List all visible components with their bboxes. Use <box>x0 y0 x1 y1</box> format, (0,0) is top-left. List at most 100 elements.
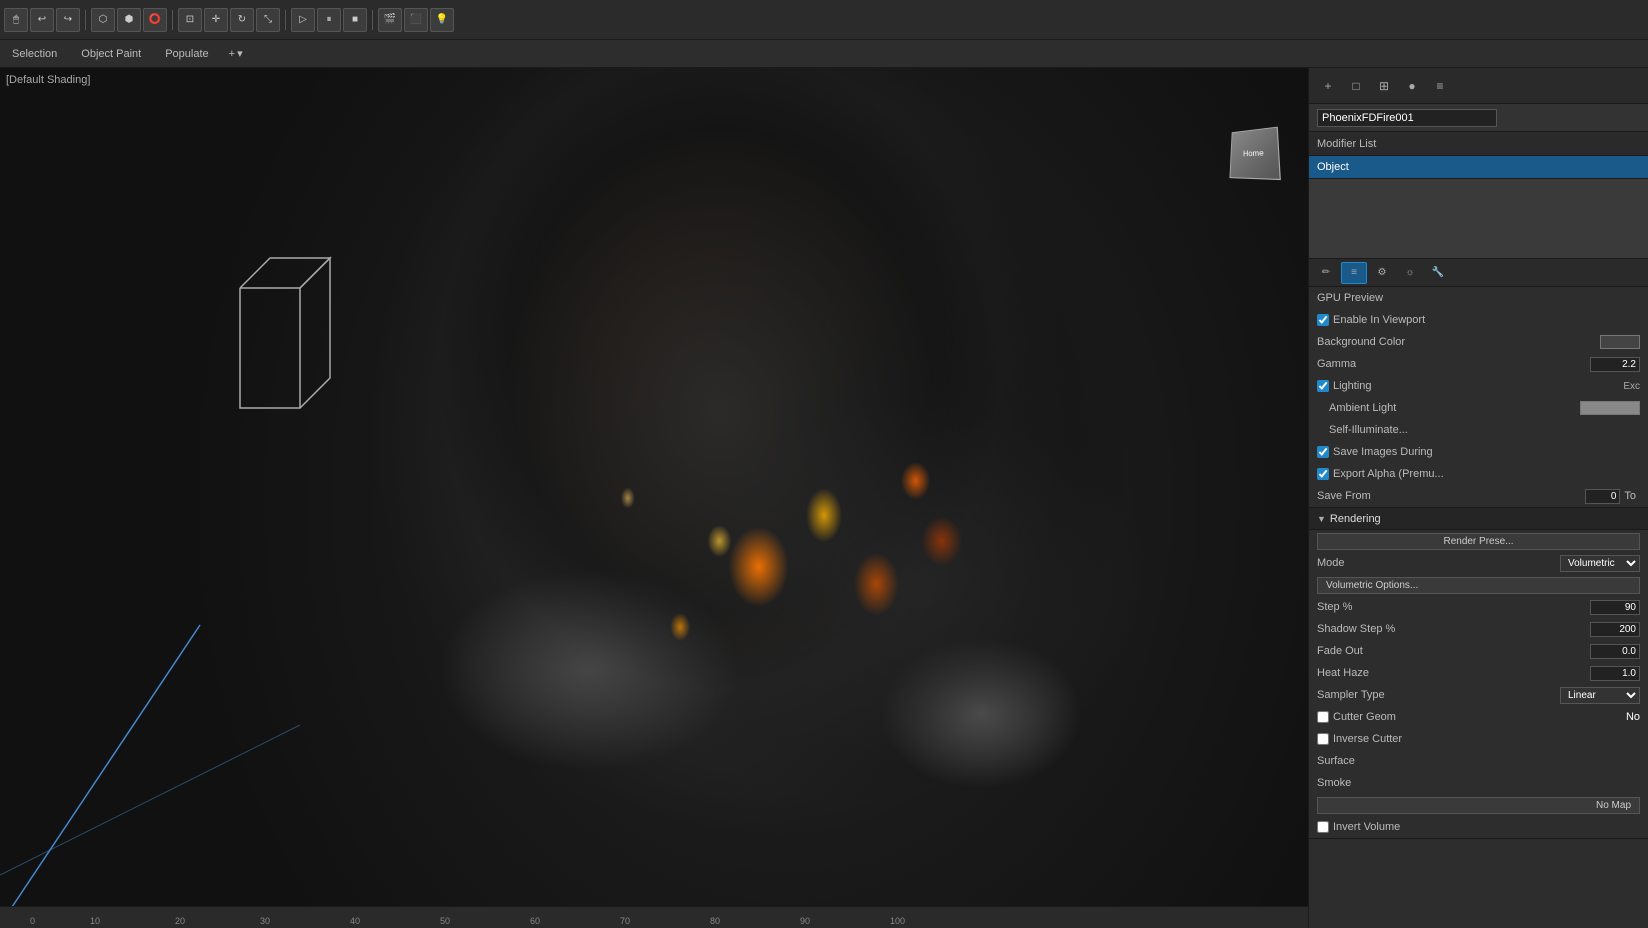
tick-60: 60 <box>530 916 540 926</box>
rp-btn-5[interactable]: ≡ <box>1427 73 1453 99</box>
toolbar-icon-4[interactable]: ⬡ <box>91 8 115 32</box>
main-area: [Default Shading] Home <box>0 68 1648 928</box>
toolbar-icon-6[interactable]: ⭕ <box>143 8 167 32</box>
toolbar-icon-1[interactable]: 🖱 <box>4 8 28 32</box>
cutter-geom-checkbox[interactable] <box>1317 711 1329 723</box>
lighting-extra: Exc <box>1623 381 1640 392</box>
enable-viewport-row: Enable In Viewport <box>1309 309 1648 331</box>
lighting-label: Lighting <box>1333 380 1623 392</box>
selection-btn[interactable]: Selection <box>8 46 61 62</box>
toolbar-icon-move[interactable]: ✛ <box>204 8 228 32</box>
tick-20: 20 <box>175 916 185 926</box>
save-images-row: Save Images During <box>1309 441 1648 463</box>
inverse-cutter-label: Inverse Cutter <box>1333 733 1402 745</box>
save-from-input[interactable] <box>1585 489 1620 504</box>
toolbar-icon-rotate[interactable]: ↻ <box>230 8 254 32</box>
toolbar-icon-material[interactable]: ⬛ <box>404 8 428 32</box>
tick-0: 0 <box>30 916 35 926</box>
gamma-input[interactable] <box>1590 357 1640 372</box>
save-images-checkbox[interactable] <box>1317 446 1329 458</box>
panel-tab-modify[interactable]: ≡ <box>1341 262 1367 284</box>
shadow-step-label: Shadow Step % <box>1317 623 1590 635</box>
step-percent-input[interactable] <box>1590 600 1640 615</box>
modifier-object[interactable]: Object <box>1309 156 1648 178</box>
export-alpha-checkbox[interactable] <box>1317 468 1329 480</box>
toolbar-sep-2 <box>172 10 173 30</box>
no-map-btn[interactable]: No Map <box>1317 797 1640 814</box>
shadow-step-row: Shadow Step % <box>1309 618 1648 640</box>
ambient-light-swatch[interactable] <box>1580 401 1640 415</box>
object-name-input[interactable] <box>1317 109 1497 127</box>
invert-volume-row: Invert Volume <box>1309 816 1648 838</box>
lighting-checkbox[interactable] <box>1317 380 1329 392</box>
lighting-row: Lighting Exc <box>1309 375 1648 397</box>
toolbar-sep-4 <box>372 10 373 30</box>
modifier-empty-area <box>1309 179 1648 259</box>
inverse-cutter-row: Inverse Cutter <box>1309 728 1648 750</box>
invert-volume-label: Invert Volume <box>1333 821 1400 833</box>
save-images-label: Save Images During <box>1333 446 1433 458</box>
sampler-type-dropdown[interactable]: Linear <box>1560 687 1640 704</box>
background-color-row: Background Color <box>1309 331 1648 353</box>
wireframe-cube <box>220 208 340 431</box>
self-illuminate-row: Self-Illuminate... <box>1309 419 1648 441</box>
cutter-geom-value: No <box>1590 711 1640 723</box>
toolbar-icon-2[interactable]: ↩ <box>30 8 54 32</box>
viewport[interactable]: [Default Shading] Home <box>0 68 1308 928</box>
rendering-section-header[interactable]: ▼ Rendering <box>1309 508 1648 530</box>
fade-out-input[interactable] <box>1590 644 1640 659</box>
tick-10: 10 <box>90 916 100 926</box>
shadow-step-input[interactable] <box>1590 622 1640 637</box>
sampler-type-label: Sampler Type <box>1317 689 1560 701</box>
rp-btn-4[interactable]: ● <box>1399 73 1425 99</box>
toolbar-icon-scale[interactable]: ⤡ <box>256 8 280 32</box>
save-range-row: Save From To <box>1309 485 1648 507</box>
mode-label: Mode <box>1317 557 1560 569</box>
render-preset-btn[interactable]: Render Prese... <box>1317 533 1640 550</box>
export-alpha-label: Export Alpha (Premu... <box>1333 468 1444 480</box>
panel-tab-display[interactable]: 🔧 <box>1425 262 1451 284</box>
heat-haze-input[interactable] <box>1590 666 1640 681</box>
rp-btn-2[interactable]: □ <box>1343 73 1369 99</box>
toolbar-icon-8[interactable]: ⏸ <box>317 8 341 32</box>
toolbar-dropdown[interactable]: + ▾ <box>229 47 243 60</box>
right-panel: + □ ⊞ ● ≡ Modifier List Object ✏ ≡ ⚙ ☼ 🔧 <box>1308 68 1648 928</box>
object-name-bar <box>1309 104 1648 132</box>
enable-viewport-checkbox[interactable] <box>1317 314 1329 326</box>
toolbar-icon-select[interactable]: ⊡ <box>178 8 202 32</box>
mode-dropdown[interactable]: Volumetric <box>1560 555 1640 572</box>
gamma-label: Gamma <box>1317 358 1590 370</box>
cutter-geom-label: Cutter Geom <box>1333 711 1590 723</box>
rp-btn-3[interactable]: ⊞ <box>1371 73 1397 99</box>
background-color-label: Background Color <box>1317 336 1596 348</box>
toolbar-icon-light[interactable]: 💡 <box>430 8 454 32</box>
rendering-arrow: ▼ <box>1317 514 1326 524</box>
secondary-toolbar: Selection Object Paint Populate + ▾ <box>0 40 1648 68</box>
volumetric-options-row: Volumetric Options... <box>1309 574 1648 596</box>
tick-100: 100 <box>890 916 905 926</box>
timeline: 0 10 20 30 40 50 60 70 80 90 100 <box>0 906 1308 928</box>
background-color-swatch[interactable] <box>1600 335 1640 349</box>
toolbar-icon-7[interactable]: ▷ <box>291 8 315 32</box>
modifier-list-header: Modifier List <box>1309 132 1648 156</box>
volumetric-options-btn[interactable]: Volumetric Options... <box>1317 577 1640 594</box>
toolbar-icon-3[interactable]: ↪ <box>56 8 80 32</box>
object-paint-btn[interactable]: Object Paint <box>77 46 145 62</box>
inverse-cutter-checkbox[interactable] <box>1317 733 1329 745</box>
panel-tab-motion[interactable]: ☼ <box>1397 262 1423 284</box>
rendering-section: ▼ Rendering Render Prese... Mode Volumet… <box>1309 508 1648 839</box>
step-percent-label: Step % <box>1317 601 1590 613</box>
no-map-row: No Map <box>1309 794 1648 816</box>
populate-btn[interactable]: Populate <box>161 46 212 62</box>
toolbar-icon-9[interactable]: ■ <box>343 8 367 32</box>
right-panel-top: + □ ⊞ ● ≡ <box>1309 68 1648 104</box>
nav-cube[interactable]: Home <box>1228 128 1288 188</box>
gpu-preview-section: GPU Preview Enable In Viewport Backgroun… <box>1309 287 1648 508</box>
panel-tab-hierarchy[interactable]: ⚙ <box>1369 262 1395 284</box>
rp-add-btn[interactable]: + <box>1315 73 1341 99</box>
invert-volume-checkbox[interactable] <box>1317 821 1329 833</box>
toolbar-icon-5[interactable]: ⬢ <box>117 8 141 32</box>
panel-tab-create[interactable]: ✏ <box>1313 262 1339 284</box>
toolbar-icon-render[interactable]: 🎬 <box>378 8 402 32</box>
gpu-preview-label: GPU Preview <box>1317 292 1640 304</box>
